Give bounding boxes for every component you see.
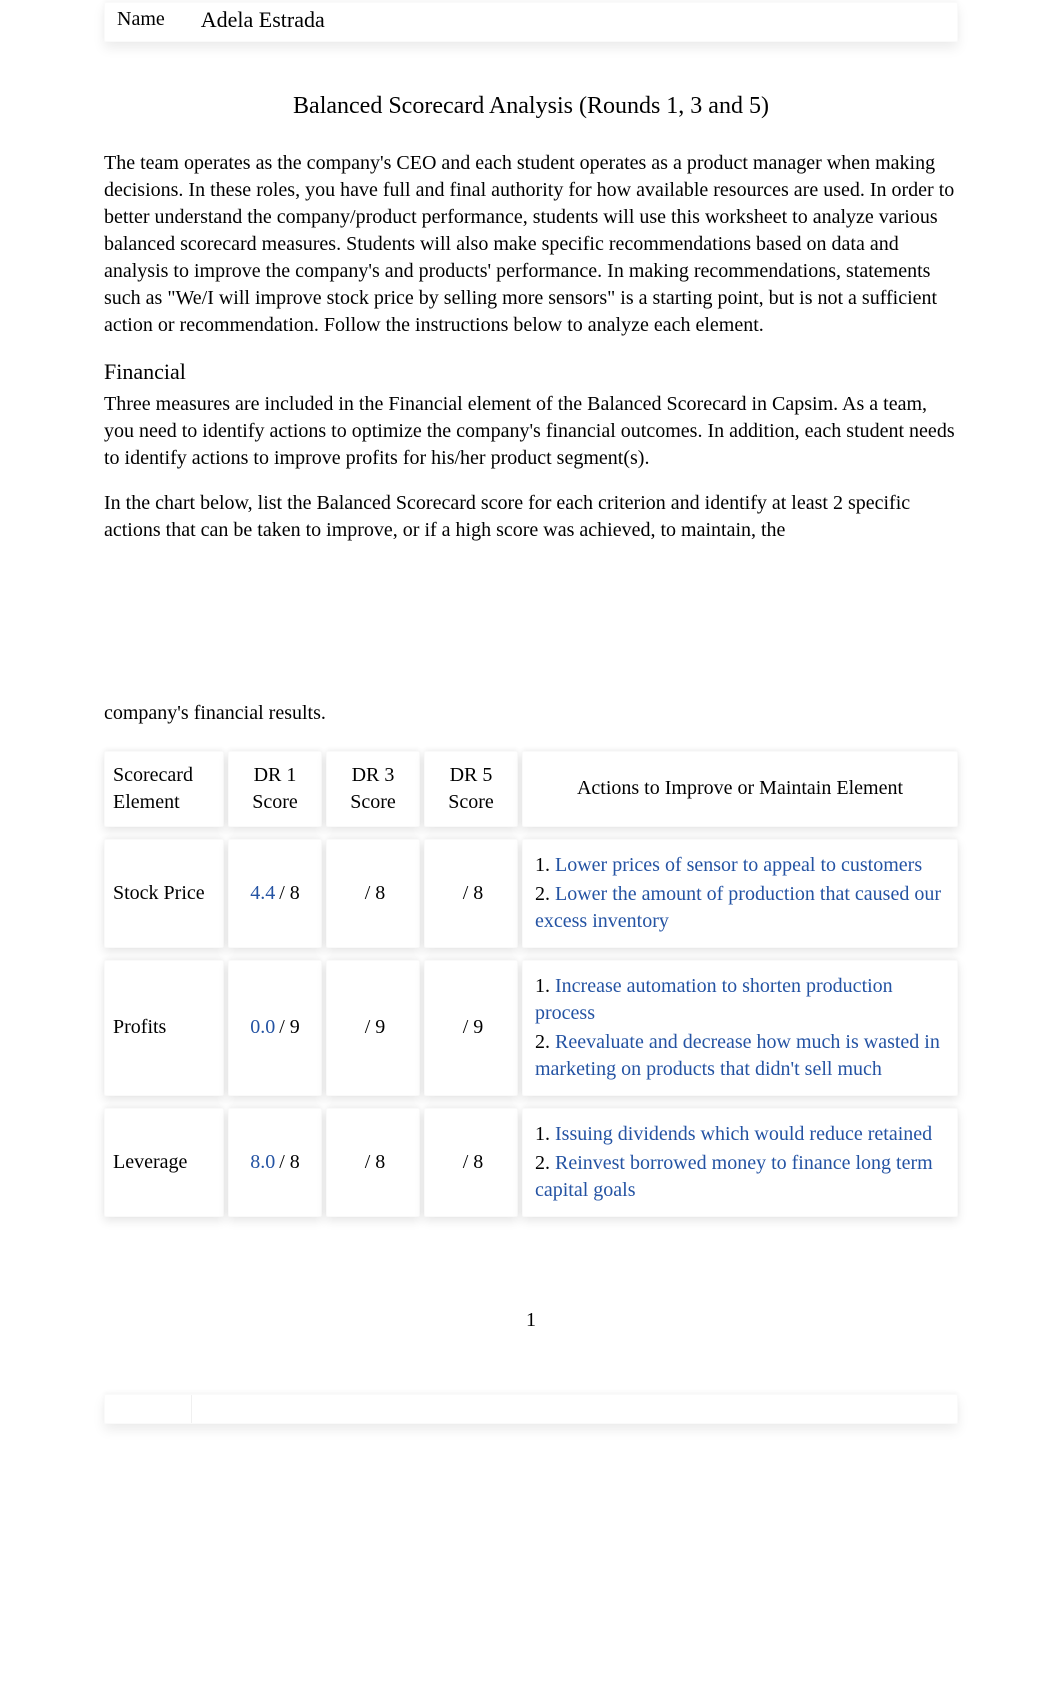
cell-actions[interactable]: 1. Increase automation to shorten produc… — [522, 960, 958, 1096]
th-actions: Actions to Improve or Maintain Element — [522, 751, 958, 827]
cell-element: Profits — [104, 960, 224, 1096]
cell-element: Stock Price — [104, 839, 224, 948]
action-2: Reinvest borrowed money to finance long … — [535, 1152, 933, 1201]
dr5-max: / 8 — [463, 1149, 484, 1176]
dr1-max: / 8 — [279, 1149, 300, 1176]
page-title: Balanced Scorecard Analysis (Rounds 1, 3… — [104, 90, 958, 122]
action-1: Lower prices of sensor to appeal to cust… — [555, 854, 922, 876]
dr1-value: 0.0 — [250, 1014, 275, 1041]
dr3-max: / 8 — [365, 1149, 386, 1176]
cell-dr3[interactable]: / 9 — [326, 960, 420, 1096]
cell-element: Leverage — [104, 1108, 224, 1217]
cell-dr5[interactable]: / 8 — [424, 839, 518, 948]
name-field: Name Adela Estrada — [104, 0, 958, 42]
name-value[interactable]: Adela Estrada — [201, 5, 325, 35]
table-row: Leverage 8.0 / 8 / 8 / 8 — [104, 1108, 958, 1217]
dr1-max: / 9 — [279, 1014, 300, 1041]
cell-dr5[interactable]: / 8 — [424, 1108, 518, 1217]
intro-paragraph: The team operates as the company's CEO a… — [104, 150, 958, 339]
cell-dr1[interactable]: 4.4 / 8 — [228, 839, 322, 948]
th-element: Scorecard Element — [104, 751, 224, 827]
dr5-max: / 8 — [463, 880, 484, 907]
financial-paragraph-2b: company's financial results. — [104, 700, 958, 727]
cell-dr3[interactable]: / 8 — [326, 1108, 420, 1217]
table-row: Stock Price 4.4 / 8 / 8 / — [104, 839, 958, 948]
dr1-max: / 8 — [279, 880, 300, 907]
dr5-max: / 9 — [463, 1014, 484, 1041]
th-dr5: DR 5 Score — [424, 751, 518, 827]
cell-actions[interactable]: 1. Lower prices of sensor to appeal to c… — [522, 839, 958, 948]
dr1-value: 4.4 — [250, 880, 275, 907]
action-2: Reevaluate and decrease how much is wast… — [535, 1031, 940, 1080]
cell-dr5[interactable]: / 9 — [424, 960, 518, 1096]
financial-paragraph-2a: In the chart below, list the Balanced Sc… — [104, 490, 958, 544]
financial-paragraph-1: Three measures are included in the Finan… — [104, 391, 958, 472]
dr3-max: / 8 — [365, 880, 386, 907]
th-dr1: DR 1 Score — [228, 751, 322, 827]
name-label: Name — [117, 6, 165, 33]
dr3-max: / 9 — [365, 1014, 386, 1041]
th-dr3: DR 3 Score — [326, 751, 420, 827]
table-row: Profits 0.0 / 9 / 9 / 9 — [104, 960, 958, 1096]
cell-actions[interactable]: 1. Issuing dividends which would reduce … — [522, 1108, 958, 1217]
section-heading-financial: Financial — [104, 357, 958, 387]
action-2: Lower the amount of production that caus… — [535, 883, 941, 932]
cell-dr1[interactable]: 0.0 / 9 — [228, 960, 322, 1096]
action-1: Increase automation to shorten productio… — [535, 975, 893, 1024]
cell-dr3[interactable]: / 8 — [326, 839, 420, 948]
table-header-row: Scorecard Element DR 1 Score DR 3 Score … — [104, 751, 958, 827]
financial-scorecard-table: Scorecard Element DR 1 Score DR 3 Score … — [104, 751, 958, 1217]
footer-placeholder — [104, 1394, 958, 1424]
cell-dr1[interactable]: 8.0 / 8 — [228, 1108, 322, 1217]
action-1: Issuing dividends which would reduce ret… — [555, 1123, 932, 1145]
dr1-value: 8.0 — [250, 1149, 275, 1176]
page-number: 1 — [104, 1307, 958, 1334]
